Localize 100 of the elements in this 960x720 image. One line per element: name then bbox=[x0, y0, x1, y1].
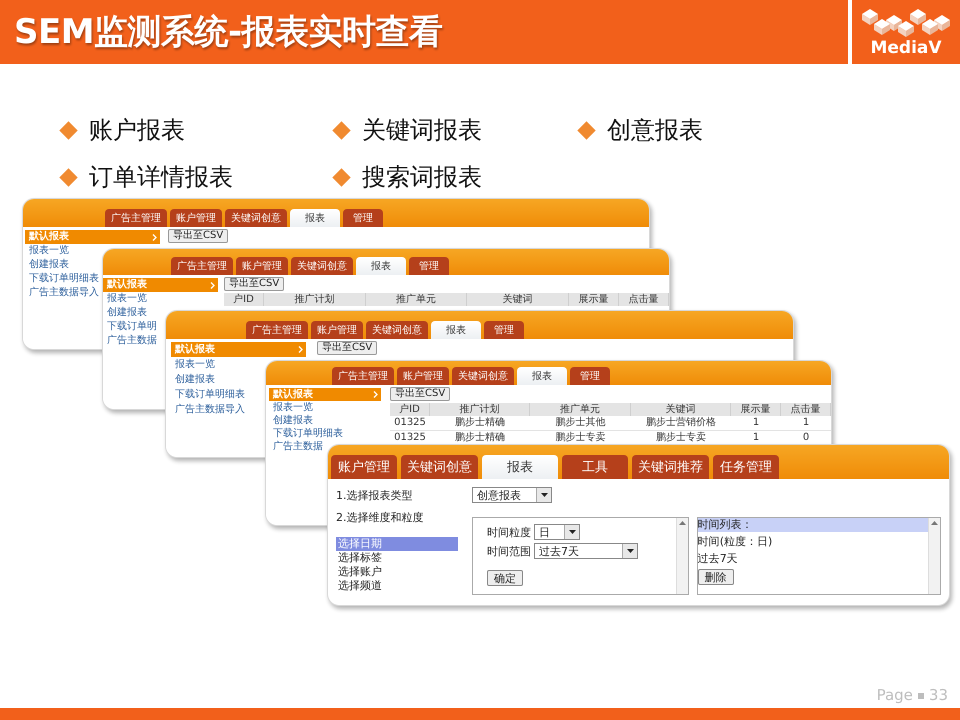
slide-title: SEM监测系统-报表实时查看 bbox=[14, 11, 443, 54]
column-header: 户ID bbox=[224, 293, 264, 306]
tab[interactable]: 广告主管理 bbox=[105, 209, 167, 227]
confirm-button[interactable]: 确定 bbox=[487, 570, 523, 586]
tab[interactable]: 账户管理 bbox=[311, 321, 363, 339]
table-cell: 1 bbox=[781, 416, 831, 431]
export-csv-button[interactable]: 导出至CSV bbox=[390, 387, 450, 401]
sidebar-item[interactable]: 报表一览 bbox=[25, 244, 70, 258]
bullet-text: 关键词报表 bbox=[362, 115, 482, 146]
tab[interactable]: 工具 bbox=[562, 455, 628, 479]
field-label: 时间范围 bbox=[487, 544, 531, 558]
table-cell: 01325 bbox=[390, 416, 430, 431]
bullet-text: 创意报表 bbox=[607, 115, 703, 146]
bullet-text: 搜索词报表 bbox=[362, 162, 482, 193]
granularity-dropdown[interactable]: 日 bbox=[534, 524, 580, 540]
column-header: 关键词 bbox=[630, 403, 731, 416]
chevron-right-icon bbox=[152, 234, 157, 240]
report-type-dropdown[interactable]: 创意报表 bbox=[472, 487, 552, 503]
list-item: 过去7天 bbox=[698, 552, 739, 566]
tab[interactable]: 广告主管理 bbox=[171, 257, 233, 275]
logo-text: MediaV bbox=[870, 38, 942, 58]
export-csv-button[interactable]: 导出至CSV bbox=[224, 277, 284, 291]
sidebar-item[interactable]: 创建报表 bbox=[171, 372, 216, 387]
sidebar-item[interactable]: 广告主数据 bbox=[269, 440, 324, 453]
dropdown-arrow-icon bbox=[568, 530, 576, 534]
bullet-text: 账户报表 bbox=[89, 115, 185, 146]
tab[interactable]: 账户管理 bbox=[331, 455, 397, 479]
page-number: 33 bbox=[928, 686, 948, 704]
chevron-right-icon bbox=[373, 391, 378, 398]
sidebar-item[interactable]: 下载订单明 bbox=[103, 320, 158, 334]
tab[interactable]: 任务管理 bbox=[713, 455, 779, 479]
column-header: 点击量 bbox=[781, 403, 831, 416]
sidebar-item[interactable]: 创建报表 bbox=[25, 258, 70, 272]
dropdown-arrow-icon bbox=[626, 549, 634, 553]
sidebar-item[interactable]: 报表一览 bbox=[103, 292, 148, 306]
field-label: 时间粒度 bbox=[487, 524, 531, 540]
dropdown-arrow-icon bbox=[540, 493, 548, 497]
column-header: 推广单元 bbox=[366, 293, 468, 306]
menu-item[interactable]: 选择频道 bbox=[336, 579, 458, 593]
list-title: 时间列表： bbox=[698, 518, 928, 532]
tab[interactable]: 账户管理 bbox=[397, 367, 449, 385]
scrollbar[interactable] bbox=[676, 518, 688, 594]
export-csv-button[interactable]: 导出至CSV bbox=[168, 229, 228, 243]
sidebar-item[interactable]: 报表一览 bbox=[269, 401, 314, 414]
tab[interactable]: 报表 bbox=[356, 257, 406, 275]
column-header: 推广计划 bbox=[264, 293, 366, 306]
sidebar-item[interactable]: 广告主数据 bbox=[103, 334, 158, 348]
tab[interactable]: 关键词创意 bbox=[452, 367, 514, 385]
tab[interactable]: 管理 bbox=[570, 367, 610, 385]
column-header: 户ID bbox=[390, 403, 430, 416]
table-cell: 鹏步士精确 bbox=[430, 416, 530, 431]
sidebar-item[interactable]: 下载订单明细表 bbox=[269, 427, 344, 440]
tab[interactable]: 关键词创意 bbox=[366, 321, 428, 339]
sidebar-item[interactable]: 广告主数据导入 bbox=[25, 286, 100, 300]
tab[interactable]: 账户管理 bbox=[236, 257, 288, 275]
tab[interactable]: 报表 bbox=[482, 455, 558, 479]
export-csv-button[interactable]: 导出至CSV bbox=[317, 341, 378, 355]
list-item: 时间(粒度：日) bbox=[698, 535, 774, 549]
menu-item[interactable]: 选择账户 bbox=[336, 565, 458, 579]
column-header: 展示量 bbox=[731, 403, 781, 416]
tab[interactable]: 管理 bbox=[343, 209, 383, 227]
tab[interactable]: 报表 bbox=[290, 209, 340, 227]
square-separator-icon bbox=[918, 693, 924, 699]
sidebar-item[interactable]: 创建报表 bbox=[269, 414, 314, 427]
tab[interactable]: 账户管理 bbox=[170, 209, 222, 227]
table-cell: 鹏步士营销价格 bbox=[630, 416, 731, 431]
column-header: 推广单元 bbox=[530, 403, 631, 416]
sidebar-item[interactable]: 创建报表 bbox=[103, 306, 148, 320]
step-label: 1.选择报表类型 bbox=[336, 488, 414, 504]
menu-item[interactable]: 选择标签 bbox=[336, 551, 458, 565]
scroll-up-arrow-icon bbox=[678, 521, 686, 525]
bullet-text: 订单详情报表 bbox=[89, 162, 233, 193]
tab[interactable]: 广告主管理 bbox=[332, 367, 394, 385]
tab[interactable]: 管理 bbox=[409, 257, 449, 275]
sidebar-item[interactable]: 广告主数据导入 bbox=[171, 402, 246, 417]
table-cell: 鹏步士其他 bbox=[530, 416, 631, 431]
tab[interactable]: 关键词创意 bbox=[225, 209, 287, 227]
sidebar-item[interactable]: 下载订单明细表 bbox=[171, 387, 246, 402]
delete-button[interactable]: 删除 bbox=[698, 569, 734, 585]
tab[interactable]: 报表 bbox=[431, 321, 481, 339]
chevron-right-icon bbox=[298, 346, 303, 353]
tab[interactable]: 报表 bbox=[517, 367, 567, 385]
sidebar-item[interactable]: 下载订单明细表 bbox=[25, 272, 100, 286]
scroll-up-arrow-icon bbox=[931, 521, 938, 525]
tab[interactable]: 关键词推荐 bbox=[632, 455, 709, 479]
scrollbar[interactable] bbox=[928, 518, 940, 594]
table-cell: 1 bbox=[731, 416, 781, 431]
tab[interactable]: 关键词创意 bbox=[401, 455, 478, 479]
page-label: Page bbox=[876, 686, 913, 704]
range-dropdown[interactable]: 过去7天 bbox=[534, 543, 638, 559]
tab[interactable]: 广告主管理 bbox=[246, 321, 308, 339]
tab[interactable]: 关键词创意 bbox=[291, 257, 353, 275]
column-header: 展示量 bbox=[568, 293, 619, 306]
column-header: 推广计划 bbox=[430, 403, 530, 416]
chevron-right-icon bbox=[210, 282, 215, 288]
column-header: 点击量 bbox=[618, 293, 669, 306]
tab[interactable]: 管理 bbox=[484, 321, 524, 339]
column-header: 关键词 bbox=[467, 293, 569, 306]
sidebar-item[interactable]: 报表一览 bbox=[171, 357, 216, 372]
step-label: 2.选择维度和粒度 bbox=[336, 510, 424, 526]
